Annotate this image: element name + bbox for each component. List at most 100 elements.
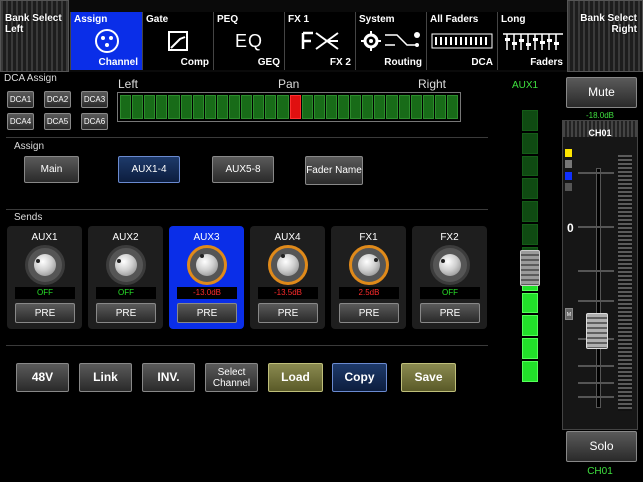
send-knob[interactable] — [268, 245, 308, 285]
tab-assign-channel[interactable]: Assign Channel — [70, 12, 142, 70]
color-swatch-blue[interactable] — [565, 172, 572, 180]
send-name: AUX2 — [112, 232, 139, 243]
dca4-button[interactable]: DCA4 — [7, 113, 34, 130]
bank-select-left-button[interactable]: Bank Select Left — [0, 0, 69, 72]
fader-tick — [578, 270, 614, 272]
pan-segment — [277, 95, 289, 119]
aux-meter-segment — [522, 338, 538, 360]
aux-meter-segment — [522, 178, 538, 200]
color-swatch-gray[interactable] — [565, 160, 572, 168]
send-name: FX1 — [359, 232, 378, 243]
pan-segment — [156, 95, 168, 119]
send-name: AUX1 — [31, 232, 58, 243]
pan-segment — [350, 95, 362, 119]
pan-segment — [398, 95, 410, 119]
send-name: AUX3 — [193, 232, 220, 243]
dca6-button[interactable]: DCA6 — [81, 113, 108, 130]
aux-meter-segment — [522, 224, 538, 245]
send-strip-fx1: FX1 2.5dB PRE — [331, 226, 406, 329]
pre-post-button[interactable]: PRE — [96, 303, 156, 323]
send-name: AUX4 — [274, 232, 301, 243]
pre-post-button[interactable]: PRE — [177, 303, 237, 323]
dca5-button[interactable]: DCA5 — [44, 113, 71, 130]
aux-meter-segment — [522, 110, 538, 131]
send-strip-aux1: AUX1 OFF PRE — [7, 226, 82, 329]
aux-meter-segment — [522, 315, 538, 337]
pan-segment — [313, 95, 325, 119]
tab-system-label: System — [359, 14, 395, 25]
pan-segment — [120, 95, 132, 119]
tab-gate-comp[interactable]: Gate Comp — [142, 12, 213, 70]
pan-segment — [253, 95, 265, 119]
send-knob[interactable] — [349, 245, 389, 285]
solo-button[interactable]: Solo — [566, 431, 637, 462]
tab-long-faders[interactable]: Long Faders — [497, 12, 567, 70]
aux-meter-segment — [522, 292, 538, 314]
mute-button[interactable]: Mute — [566, 77, 637, 108]
tab-peq-label: PEQ — [217, 14, 239, 25]
tab-gate-label: Gate — [146, 14, 169, 25]
fader-scale-zero: 0 — [567, 221, 574, 235]
pan-segment — [180, 95, 192, 119]
send-strip-aux4: AUX4 -13.5dB PRE — [250, 226, 325, 329]
pan-segment — [325, 95, 337, 119]
pre-post-button[interactable]: PRE — [15, 303, 75, 323]
dca3-button[interactable]: DCA3 — [81, 91, 108, 108]
color-swatch-dark[interactable] — [565, 183, 572, 191]
bank-select-left-label: Bank Select Left — [5, 13, 62, 35]
send-strip-aux3: AUX3 -13.0dB PRE — [169, 226, 244, 329]
channel-fader-knob[interactable] — [586, 313, 608, 349]
channel-name: CH01 — [588, 128, 612, 138]
assign-main-button[interactable]: Main — [24, 156, 79, 183]
aux-level-meter — [522, 110, 538, 382]
fader-m-button[interactable]: M — [565, 308, 573, 320]
send-knob[interactable] — [25, 245, 65, 285]
link-button[interactable]: Link — [79, 363, 132, 392]
pan-segment — [265, 95, 277, 119]
select-channel-button[interactable]: Select Channel — [205, 363, 258, 392]
channel-fader-track — [596, 168, 601, 408]
divider — [6, 209, 488, 210]
load-button[interactable]: Load — [268, 363, 323, 392]
send-value: -13.5dB — [258, 287, 318, 299]
pan-indicator — [289, 95, 301, 119]
pan-segment — [301, 95, 313, 119]
pan-title: Pan — [278, 77, 300, 91]
dca-assign-title: DCA Assign — [4, 73, 57, 84]
assign-aux5-8-button[interactable]: AUX5-8 — [212, 156, 274, 183]
assign-aux1-4-button[interactable]: AUX1-4 — [118, 156, 180, 183]
pan-segment — [144, 95, 156, 119]
tab-peq-geq[interactable]: PEQ EQ GEQ — [213, 12, 284, 70]
pan-segment — [410, 95, 422, 119]
divider — [6, 137, 488, 138]
divider — [6, 345, 488, 346]
pan-segment — [374, 95, 386, 119]
dca2-button[interactable]: DCA2 — [44, 91, 71, 108]
fader-tick — [578, 396, 614, 398]
fader-name-button[interactable]: Fader Name — [305, 156, 363, 185]
tab-fx1-label: FX 1 — [288, 14, 310, 25]
phantom-48v-button[interactable]: 48V — [16, 363, 69, 392]
send-knob[interactable] — [187, 245, 227, 285]
send-value: OFF — [15, 287, 75, 299]
pan-segment — [434, 95, 446, 119]
dca1-button[interactable]: DCA1 — [7, 91, 34, 108]
send-knob[interactable] — [430, 245, 470, 285]
invert-button[interactable]: INV. — [142, 363, 195, 392]
pan-meter[interactable] — [117, 92, 461, 122]
pre-post-button[interactable]: PRE — [258, 303, 318, 323]
save-button[interactable]: Save — [401, 363, 456, 392]
tab-all-faders-dca[interactable]: All Faders DCA — [426, 12, 497, 70]
copy-button[interactable]: Copy — [332, 363, 387, 392]
pre-post-button[interactable]: PRE — [420, 303, 480, 323]
tab-system-routing[interactable]: System Routing — [355, 12, 426, 70]
color-swatch-yellow[interactable] — [565, 149, 572, 157]
bank-select-right-button[interactable]: Bank Select Right — [567, 0, 643, 72]
aux-fader-knob[interactable] — [520, 250, 540, 286]
fx-logo-icon — [285, 28, 355, 54]
send-knob[interactable] — [106, 245, 146, 285]
tab-fx1-fx2[interactable]: FX 1 FX 2 — [284, 12, 355, 70]
aux-meter-segment — [522, 201, 538, 223]
pre-post-button[interactable]: PRE — [339, 303, 399, 323]
tab-fx2-label: FX 2 — [329, 57, 351, 68]
